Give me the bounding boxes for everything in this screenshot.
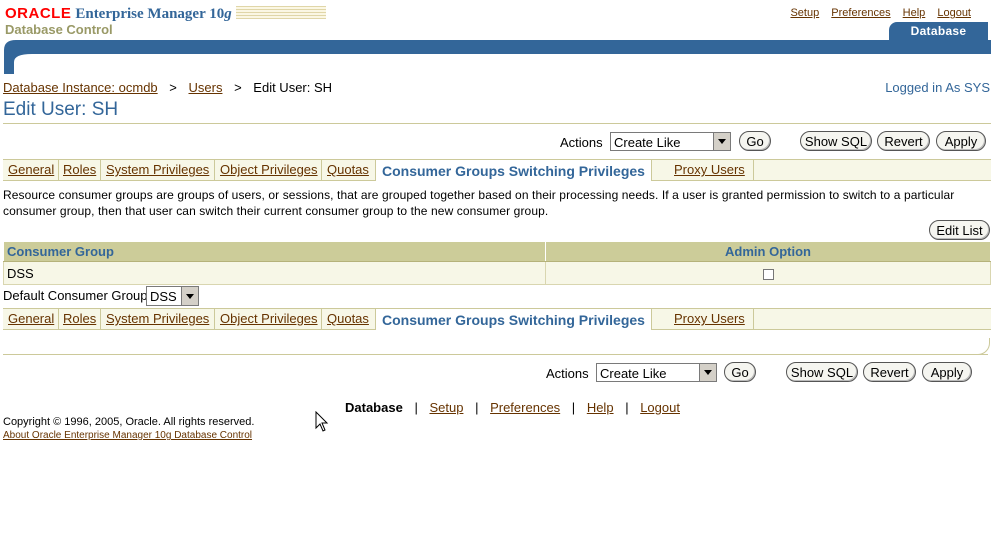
decorative-stripes — [235, 6, 326, 19]
footer-separator: | — [475, 400, 479, 415]
show-sql-button[interactable]: Show SQL — [786, 362, 858, 382]
tab-system-privileges[interactable]: System Privileges — [106, 162, 209, 177]
actions-select-value: Create Like — [600, 366, 667, 381]
footer-separator: | — [571, 400, 576, 415]
content-divider — [3, 354, 988, 355]
product-name: Enterprise Manager 10g — [75, 6, 232, 22]
table-row: DSS — [3, 261, 991, 285]
tab-roles[interactable]: Roles — [63, 311, 96, 326]
actions-select-value: Create Like — [614, 135, 681, 150]
tab-roles[interactable]: Roles — [63, 162, 96, 177]
tab-consumer-groups-switching-privileges[interactable]: Consumer Groups Switching Privileges — [375, 308, 652, 330]
chevron-down-icon[interactable] — [181, 287, 198, 305]
title-divider — [3, 123, 991, 124]
subtab-divider — [100, 309, 101, 329]
consumer-group-cell: DSS — [3, 261, 546, 285]
subtab-divider — [100, 160, 101, 180]
breadcrumb-database-instance[interactable]: Database Instance: ocmdb — [3, 80, 158, 95]
description-text: Resource consumer groups are groups of u… — [3, 188, 955, 218]
edit-list-button[interactable]: Edit List — [929, 220, 990, 240]
actions-label: Actions — [560, 135, 603, 150]
subtab-bar-top: General Roles System Privileges Object P… — [3, 159, 991, 181]
logged-in-status: Logged in As SYS — [885, 80, 990, 95]
tab-object-privileges[interactable]: Object Privileges — [220, 162, 318, 177]
footer-preferences-link[interactable]: Preferences — [490, 400, 560, 415]
footer-database: Database — [345, 400, 403, 415]
subtab-divider — [753, 160, 754, 180]
go-button[interactable]: Go — [739, 131, 771, 151]
actions-select[interactable]: Create Like — [610, 132, 731, 151]
consumer-group-table: Consumer Group Admin Option DSS — [3, 241, 991, 285]
tab-consumer-groups-switching-privileges[interactable]: Consumer Groups Switching Privileges — [375, 159, 652, 181]
tab-system-privileges[interactable]: System Privileges — [106, 311, 209, 326]
subtab-divider — [321, 160, 322, 180]
apply-button[interactable]: Apply — [922, 362, 972, 382]
tab-proxy-users[interactable]: Proxy Users — [674, 162, 745, 177]
subtab-bar-bottom: General Roles System Privileges Object P… — [3, 308, 991, 330]
default-consumer-group-select[interactable]: DSS — [146, 286, 199, 306]
global-help-link[interactable]: Help — [903, 7, 926, 19]
tab-quotas[interactable]: Quotas — [327, 162, 369, 177]
admin-option-cell — [545, 261, 991, 285]
revert-button[interactable]: Revert — [863, 362, 916, 382]
footer-separator: | — [625, 400, 629, 415]
default-consumer-group-value: DSS — [150, 289, 177, 304]
bottom-action-row: Actions Create Like Go Show SQL Revert A… — [0, 362, 991, 386]
footer-separator: | — [414, 400, 418, 415]
chevron-down-icon[interactable] — [699, 364, 716, 381]
mouse-pointer-icon — [315, 411, 329, 432]
subtab-divider — [321, 309, 322, 329]
header-bar — [4, 40, 991, 74]
subtab-divider — [753, 309, 754, 329]
tab-general[interactable]: General — [8, 162, 54, 177]
tab-database[interactable]: Database — [889, 22, 988, 41]
tab-quotas[interactable]: Quotas — [327, 311, 369, 326]
chevron-down-icon[interactable] — [713, 133, 730, 150]
breadcrumb-separator: > — [169, 80, 177, 95]
tab-proxy-users[interactable]: Proxy Users — [674, 311, 745, 326]
global-setup-link[interactable]: Setup — [790, 7, 819, 19]
subtab-divider — [214, 160, 215, 180]
breadcrumb-current: Edit User: SH — [253, 80, 333, 95]
product-subtitle: Database Control — [5, 22, 113, 37]
actions-label: Actions — [546, 366, 589, 381]
breadcrumb-separator: > — [234, 80, 242, 95]
subtab-divider — [58, 309, 59, 329]
subtab-divider — [58, 160, 59, 180]
breadcrumb: Database Instance: ocmdb > Users > Edit … — [3, 80, 332, 95]
page-title: Edit User: SH — [3, 99, 119, 120]
content-corner — [978, 338, 990, 355]
footer-links: Database | Setup | Preferences | Help | … — [345, 400, 680, 415]
revert-button[interactable]: Revert — [877, 131, 930, 151]
admin-option-checkbox[interactable] — [762, 268, 774, 280]
column-header-consumer-group: Consumer Group — [3, 241, 546, 262]
top-action-row: Actions Create Like Go Show SQL Revert A… — [0, 131, 991, 155]
oracle-branding: ORACLE Enterprise Manager 10g Database Co… — [5, 5, 326, 37]
global-logout-link[interactable]: Logout — [937, 7, 971, 19]
apply-button[interactable]: Apply — [936, 131, 986, 151]
footer-logout-link[interactable]: Logout — [640, 400, 680, 415]
table-header-row: Consumer Group Admin Option — [3, 241, 991, 262]
footer-help-link[interactable]: Help — [587, 400, 614, 415]
about-link[interactable]: About Oracle Enterprise Manager 10g Data… — [3, 430, 252, 441]
copyright-text: Copyright © 1996, 2005, Oracle. All righ… — [3, 416, 255, 428]
oracle-logo: ORACLE — [5, 5, 72, 22]
actions-select[interactable]: Create Like — [596, 363, 717, 382]
column-header-admin-option: Admin Option — [545, 241, 991, 262]
footer-setup-link[interactable]: Setup — [429, 400, 463, 415]
global-links: Setup Preferences Help Logout — [781, 7, 971, 19]
default-consumer-group-label: Default Consumer Group — [3, 288, 148, 303]
global-preferences-link[interactable]: Preferences — [831, 7, 890, 19]
subtab-divider — [214, 309, 215, 329]
default-consumer-group-row: Default Consumer Group — [3, 288, 148, 303]
tab-object-privileges[interactable]: Object Privileges — [220, 311, 318, 326]
breadcrumb-users[interactable]: Users — [189, 80, 223, 95]
go-button[interactable]: Go — [724, 362, 756, 382]
show-sql-button[interactable]: Show SQL — [800, 131, 872, 151]
tab-general[interactable]: General — [8, 311, 54, 326]
